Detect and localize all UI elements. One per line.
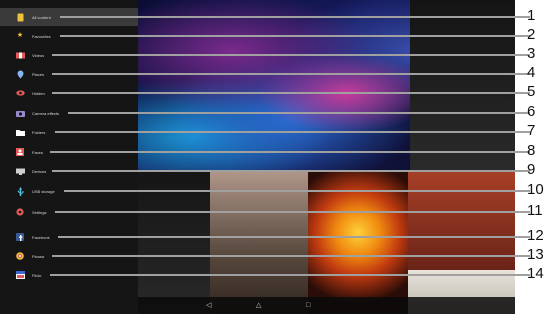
callout-line: [50, 151, 530, 153]
callout-number: 9: [527, 161, 536, 178]
callout-line: [60, 16, 530, 18]
drawer-item-label: Hidden: [32, 90, 45, 96]
folder-icon: [15, 127, 25, 137]
callout-line: [60, 35, 530, 37]
camera-icon: [15, 108, 25, 118]
gallery-photo-dark[interactable]: [410, 0, 515, 170]
callout-line: [52, 54, 530, 56]
drawer-item-label: Videos: [32, 52, 45, 58]
location-pin-icon: [15, 69, 25, 79]
usb-icon: [15, 186, 25, 196]
star-icon: ★: [16, 32, 24, 39]
callout-number: 10: [527, 181, 544, 198]
drawer-item-label: Facebook: [32, 234, 50, 240]
drawer-item-label: Places: [32, 71, 45, 77]
drawer-item-label: Picasa: [32, 253, 45, 259]
all-content-icon: [15, 12, 25, 22]
drawer-item-label: All content: [32, 14, 51, 20]
callout-number: 6: [527, 103, 536, 120]
callout-number: 8: [527, 142, 536, 159]
drawer-item-label: Settings: [32, 209, 47, 215]
callout-line: [52, 255, 530, 257]
home-icon[interactable]: △: [256, 301, 261, 310]
callout-line: [50, 274, 530, 276]
flickr-icon: [15, 270, 25, 280]
callout-number: 5: [527, 83, 536, 100]
drawer-item-label: Faces: [32, 149, 43, 155]
callout-number: 3: [527, 45, 536, 62]
callout-line: [58, 236, 530, 238]
callout-number: 12: [527, 227, 544, 244]
system-navigation-bar: ◁ △ □: [138, 297, 515, 314]
callout-line: [52, 170, 530, 172]
video-icon: [15, 50, 25, 60]
callout-line: [52, 92, 530, 94]
recents-icon[interactable]: □: [306, 301, 310, 310]
callout-line: [55, 211, 530, 213]
callout-number: 7: [527, 122, 536, 139]
picasa-icon: [15, 251, 25, 261]
callout-number: 2: [527, 26, 536, 43]
drawer-item-label: Flickr: [32, 272, 42, 278]
callout-number: 11: [527, 202, 543, 219]
drawer-item-label: USB storage: [32, 188, 55, 194]
back-icon[interactable]: ◁: [206, 301, 211, 310]
callout-line: [55, 131, 530, 133]
callout-line: [52, 73, 530, 75]
callout-number: 4: [527, 64, 536, 81]
devices-icon: [15, 166, 25, 176]
drawer-item-label: Devices: [32, 168, 47, 174]
drawer-item-label: Favourites: [32, 33, 51, 39]
callout-line: [68, 112, 530, 114]
drawer-item-label: Folders: [32, 129, 46, 135]
face-icon: [15, 147, 25, 157]
facebook-icon: [15, 232, 25, 242]
eye-icon: [15, 88, 25, 98]
device-screen: All content ★ Favourites Videos Places H…: [0, 0, 515, 314]
callout-number: 13: [527, 246, 544, 263]
callout-line: [64, 190, 530, 192]
settings-icon: [15, 207, 25, 217]
callout-number: 1: [527, 7, 536, 24]
navigation-drawer: All content ★ Favourites Videos Places H…: [0, 0, 138, 314]
callout-number: 14: [527, 265, 544, 282]
drawer-item-label: Camera effects: [32, 110, 60, 116]
